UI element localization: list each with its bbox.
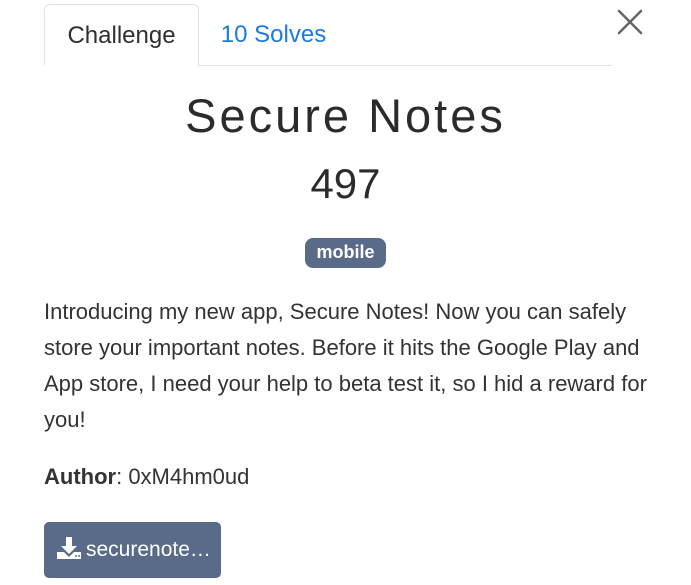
challenge-tabs: Challenge 10 Solves xyxy=(44,4,612,66)
author-label: Author xyxy=(44,464,117,489)
download-icon xyxy=(57,537,81,560)
challenge-title: Secure Notes xyxy=(185,89,506,142)
challenge-description: Introducing my new app, Secure Notes! No… xyxy=(44,299,647,432)
author-line: Author: 0xM4hm0ud xyxy=(44,464,249,490)
tab-challenge[interactable]: Challenge xyxy=(44,4,199,66)
tab-solves[interactable]: 10 Solves xyxy=(206,4,341,65)
author-value: : 0xM4hm0ud xyxy=(116,464,250,489)
close-icon[interactable] xyxy=(614,6,646,38)
download-file-label: securenote… xyxy=(86,538,211,561)
challenge-points: 497 xyxy=(310,160,381,207)
download-file-button[interactable]: securenote… xyxy=(44,522,221,578)
category-badge-container: mobile xyxy=(0,238,691,268)
category-badge: mobile xyxy=(305,238,386,268)
